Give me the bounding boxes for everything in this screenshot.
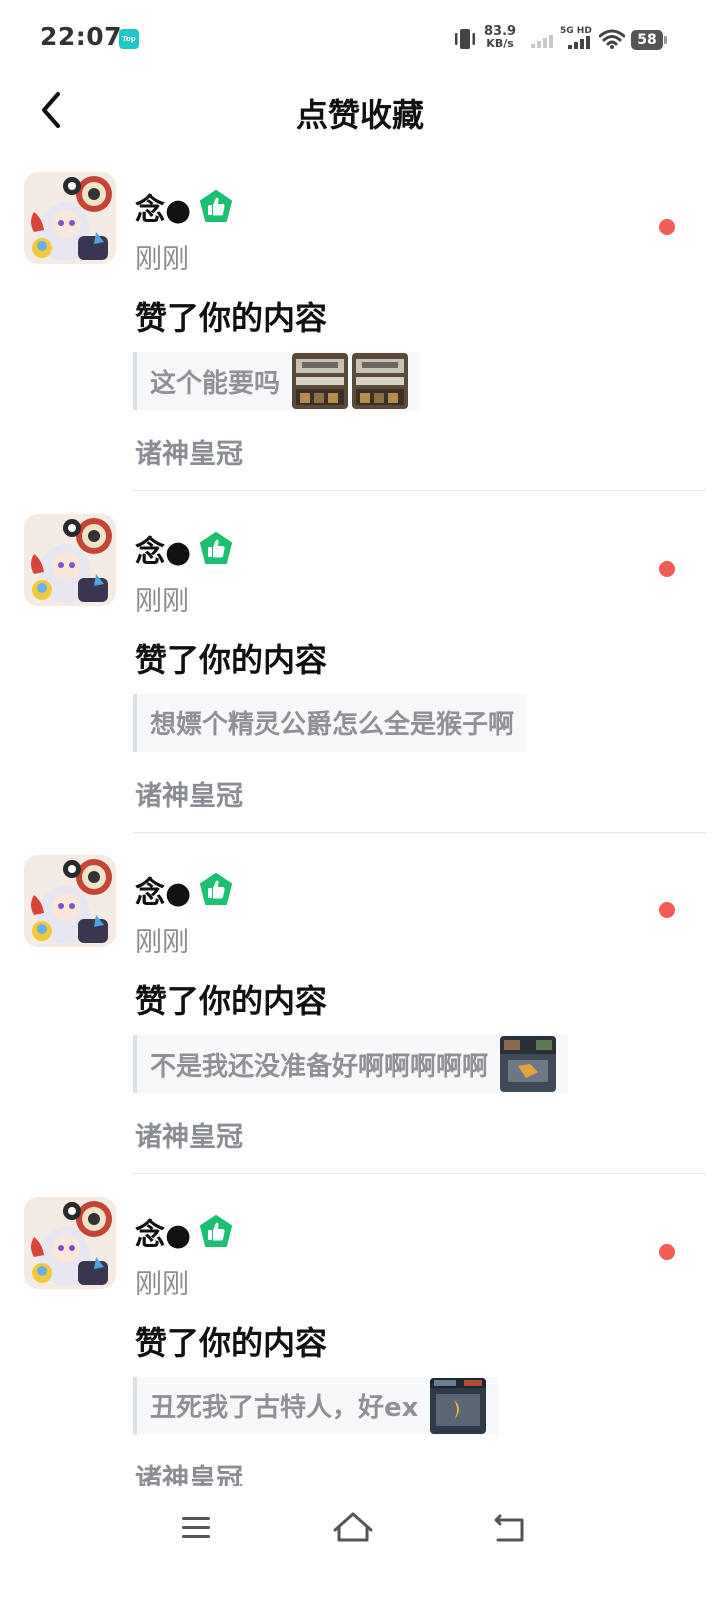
- thumbs-up-badge-icon: [200, 1214, 233, 1247]
- avatar-image: [24, 1196, 116, 1289]
- quoted-text: 不是我还没准备好啊啊啊啊啊: [150, 1051, 489, 1082]
- avatar[interactable]: [24, 172, 116, 264]
- page-title: 点赞收藏: [295, 96, 424, 134]
- network-speed-unit: KB/s: [486, 37, 514, 50]
- quoted-content[interactable]: 这个能要吗: [133, 352, 421, 410]
- status-bar: 22:07 Top 83.9 KB/s 5G HD 58: [0, 0, 720, 78]
- content-thumbnail[interactable]: [292, 353, 349, 409]
- app-notification-icon: Top: [119, 29, 139, 49]
- notification-action: 赞了你的内容: [135, 299, 328, 337]
- quoted-text: 这个能要吗: [150, 368, 281, 399]
- user-name[interactable]: 念●: [135, 868, 191, 912]
- game-tag[interactable]: 诸神皇冠: [135, 432, 243, 471]
- content-thumbnail[interactable]: [352, 353, 409, 409]
- user-name-row: 念●: [135, 185, 233, 229]
- notification-item[interactable]: 念● 刚刚 赞了你的内容 这个能要吗 诸神皇冠: [0, 160, 720, 502]
- content-thumbnail[interactable]: [500, 1036, 557, 1092]
- user-name-row: 念●: [135, 527, 233, 571]
- notification-list: 念● 刚刚 赞了你的内容 这个能要吗 诸神皇冠 念● 刚刚 赞了你的内容 想嫖个…: [0, 160, 720, 1526]
- avatar-image: [24, 172, 116, 264]
- vibrate-icon: [455, 29, 475, 49]
- divider: [133, 1173, 706, 1174]
- user-name[interactable]: 念●: [135, 1210, 191, 1254]
- game-tag[interactable]: 诸神皇冠: [135, 1115, 243, 1154]
- quoted-text: 丑死我了古特人，好ex: [150, 1393, 419, 1423]
- quoted-content[interactable]: 丑死我了古特人，好ex: [133, 1376, 499, 1435]
- notification-item[interactable]: 念● 刚刚 赞了你的内容 不是我还没准备好啊啊啊啊啊 诸神皇冠: [0, 843, 720, 1185]
- thumbs-up-badge-icon: [200, 190, 233, 222]
- unread-dot: [659, 219, 675, 235]
- divider: [133, 490, 706, 491]
- avatar[interactable]: [24, 855, 116, 947]
- battery-icon: 58: [631, 30, 663, 50]
- wifi-icon: [599, 29, 625, 49]
- system-nav-bar: [0, 1486, 720, 1600]
- game-tag[interactable]: 诸神皇冠: [135, 774, 243, 813]
- avatar-image: [24, 513, 116, 606]
- unread-dot: [659, 560, 675, 577]
- notification-item[interactable]: 念● 刚刚 赞了你的内容 丑死我了古特人，好ex 诸神皇冠: [0, 1185, 720, 1527]
- avatar[interactable]: [24, 1196, 116, 1289]
- network-speed: 83.9 KB/s: [484, 25, 516, 50]
- user-name[interactable]: 念●: [135, 527, 191, 571]
- quoted-content[interactable]: 不是我还没准备好啊啊啊啊啊: [133, 1035, 569, 1093]
- notification-time: 刚刚: [135, 1268, 189, 1300]
- menu-icon[interactable]: [166, 1506, 226, 1550]
- back-arrow-icon[interactable]: [480, 1506, 540, 1550]
- quoted-text: 想嫖个精灵公爵怎么全是猴子啊: [150, 710, 515, 740]
- notification-action: 赞了你的内容: [135, 1323, 328, 1362]
- status-time: 22:07: [40, 22, 123, 51]
- divider: [133, 831, 706, 833]
- user-name-row: 念●: [135, 868, 233, 912]
- thumbs-up-badge-icon: [200, 531, 233, 564]
- user-name-row: 念●: [135, 1210, 233, 1254]
- notification-time: 刚刚: [135, 927, 189, 958]
- signal-icon-sim1: [531, 35, 553, 48]
- unread-dot: [659, 902, 675, 918]
- notification-action: 赞了你的内容: [135, 982, 328, 1020]
- page-header: 点赞收藏: [0, 78, 720, 148]
- unread-dot: [659, 1243, 675, 1260]
- notification-time: 刚刚: [135, 244, 189, 275]
- avatar-image: [24, 855, 116, 947]
- thumbs-up-badge-icon: [200, 873, 233, 905]
- notification-action: 赞了你的内容: [135, 640, 328, 679]
- notification-time: 刚刚: [135, 585, 189, 617]
- battery-tip: [664, 36, 667, 44]
- signal-icon-sim2: [568, 36, 590, 49]
- avatar[interactable]: [24, 513, 116, 606]
- content-thumbnail[interactable]: [430, 1377, 487, 1434]
- quoted-content[interactable]: 想嫖个精灵公爵怎么全是猴子啊: [133, 693, 527, 752]
- user-name[interactable]: 念●: [135, 185, 191, 229]
- notification-item[interactable]: 念● 刚刚 赞了你的内容 想嫖个精灵公爵怎么全是猴子啊 诸神皇冠: [0, 502, 720, 844]
- home-icon[interactable]: [323, 1506, 383, 1550]
